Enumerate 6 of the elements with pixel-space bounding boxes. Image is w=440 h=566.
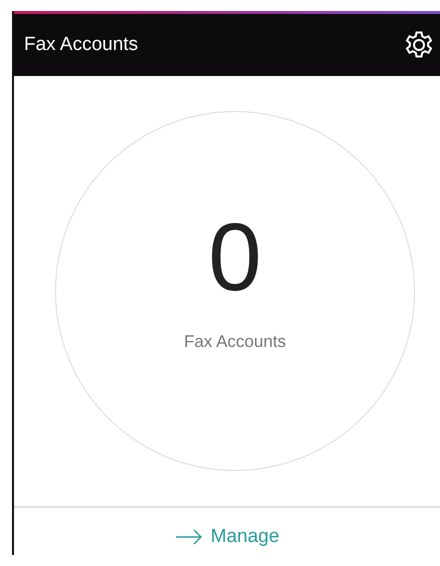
manage-link[interactable]: Manage [174,526,280,548]
card-title: Fax Accounts [24,34,138,56]
count-label: Fax Accounts [184,332,286,352]
settings-icon[interactable] [404,30,434,60]
account-count: 0 [208,210,262,306]
arrow-right-icon [174,529,203,545]
